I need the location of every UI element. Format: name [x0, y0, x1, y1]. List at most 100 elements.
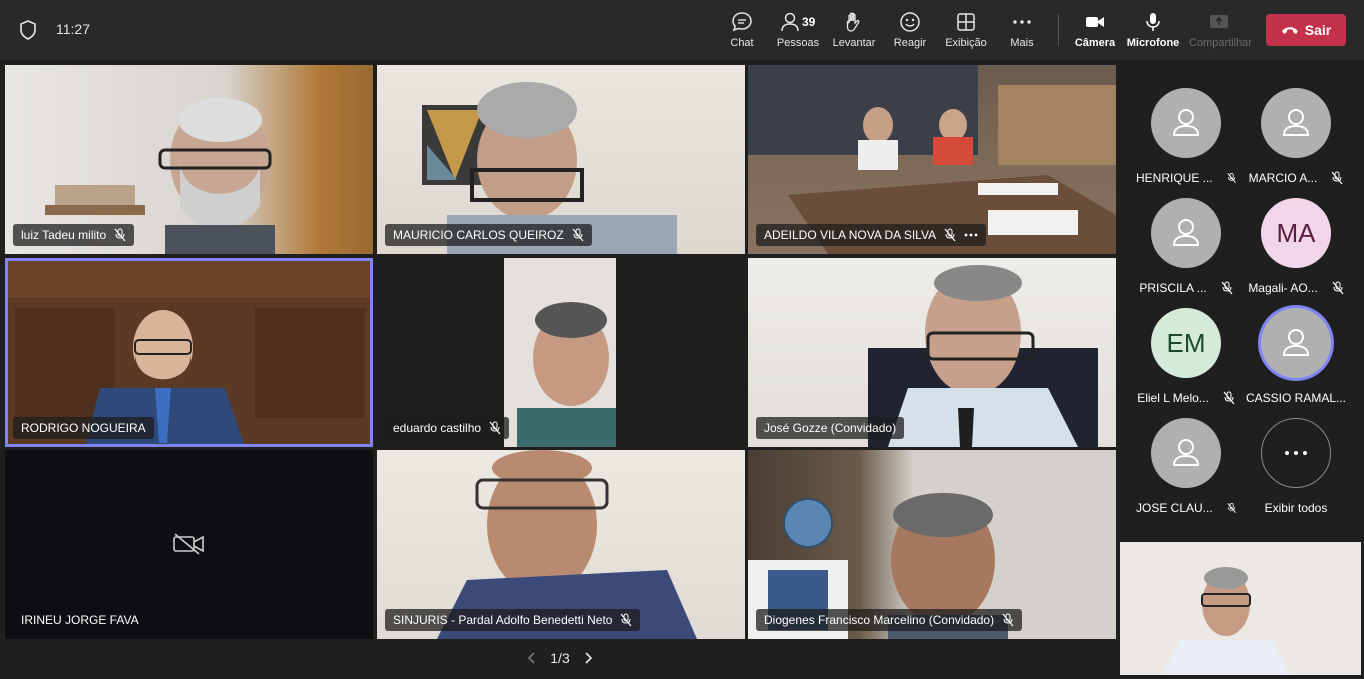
view-button[interactable]: Exibição — [936, 8, 996, 54]
participant-nametag: IRINEU JORGE FAVA — [13, 609, 147, 631]
participant-name: José Gozze (Convidado) — [764, 421, 897, 435]
share-screen-icon — [1210, 15, 1228, 28]
react-button[interactable]: Reagir — [880, 8, 940, 54]
avatar-initials: MA — [1261, 198, 1331, 268]
mic-off-icon — [1227, 172, 1236, 183]
person-icon — [1172, 109, 1200, 136]
raise-label: Levantar — [832, 37, 876, 49]
participant-name: IRINEU JORGE FAVA — [21, 613, 139, 627]
more-label: Mais — [1010, 37, 1034, 49]
more-dots-icon — [1013, 20, 1031, 24]
person-icon — [1282, 109, 1310, 136]
show-all-button[interactable]: Exibir todos — [1246, 418, 1346, 524]
sidebar-participant[interactable]: MA Magali- AO... — [1246, 198, 1346, 304]
participant-nametag: Diogenes Francisco Marcelino (Convidado) — [756, 609, 1023, 631]
shield-icon — [20, 20, 36, 40]
participant-name: HENRIQUE ... — [1136, 171, 1213, 185]
video-tile[interactable]: SINJURIS - Pardal Adolfo Benedetti Neto — [377, 450, 745, 639]
more-participants — [1261, 418, 1331, 488]
participant-nametag: José Gozze (Convidado) — [756, 417, 905, 439]
meeting-toolbar: 11:27 Chat 39 Pessoas Levantar Reagir Ex… — [0, 0, 1364, 60]
view-label: Exibição — [945, 37, 987, 49]
participant-name: CASSIO RAMAL... — [1245, 391, 1347, 405]
people-count: 39 — [802, 15, 816, 29]
more-options-icon[interactable] — [964, 233, 978, 237]
avatar — [1261, 308, 1331, 378]
participant-label: PRISCILA ... — [1136, 281, 1236, 295]
sidebar-participant-speaking[interactable]: CASSIO RAMAL... — [1246, 308, 1346, 414]
participant-name: Diogenes Francisco Marcelino (Convidado) — [764, 613, 995, 627]
raise-hand-button[interactable]: Levantar — [824, 8, 884, 54]
person-icon — [1282, 329, 1310, 356]
react-label: Reagir — [893, 37, 927, 49]
mic-off-icon — [489, 421, 501, 435]
mic-off-icon — [1002, 613, 1014, 627]
mic-off-icon — [114, 228, 126, 242]
avatar — [1151, 418, 1221, 488]
participant-name: MAURICIO CARLOS QUEIROZ — [393, 228, 564, 242]
video-tile[interactable]: MAURICIO CARLOS QUEIROZ — [377, 65, 745, 254]
mic-off-icon — [620, 613, 632, 627]
self-video — [1162, 567, 1290, 675]
mic-off-icon — [1331, 171, 1343, 185]
mic-off-icon — [1332, 281, 1344, 295]
chat-button[interactable]: Chat — [712, 8, 772, 54]
chat-label: Chat — [730, 37, 754, 49]
mic-off-icon — [572, 228, 584, 242]
video-tile[interactable]: luiz Tadeu milito — [5, 65, 373, 254]
participant-name: Magali- AO... — [1248, 281, 1318, 295]
page-indicator: 1/3 — [550, 650, 570, 666]
video-tile[interactable]: IRINEU JORGE FAVA — [5, 450, 373, 639]
avatar — [1151, 88, 1221, 158]
avatar-initials: EM — [1151, 308, 1221, 378]
microphone-label: Microfone — [1126, 37, 1180, 49]
sidebar-participant[interactable]: JOSE CLAU... — [1136, 418, 1236, 524]
share-label: Compartilhar — [1189, 37, 1252, 49]
participant-label: JOSE CLAU... — [1136, 501, 1236, 515]
participant-label: Magali- AO... — [1246, 281, 1346, 295]
participant-nametag: SINJURIS - Pardal Adolfo Benedetti Neto — [385, 609, 641, 631]
participant-name: Eliel L Melo... — [1137, 391, 1209, 405]
share-button[interactable]: Compartilhar — [1189, 8, 1252, 54]
video-tile[interactable]: RODRIGO NOGUEIRA — [5, 258, 373, 447]
mic-off-icon — [1227, 502, 1236, 513]
participant-name: ADEILDO VILA NOVA DA SILVA — [764, 228, 937, 242]
leave-button[interactable]: Sair — [1266, 14, 1346, 46]
chevron-left-icon[interactable] — [527, 651, 537, 665]
camera-button[interactable]: Câmera — [1065, 8, 1125, 54]
people-label: Pessoas — [776, 37, 820, 49]
video-tile[interactable]: Diogenes Francisco Marcelino (Convidado) — [748, 450, 1116, 639]
leave-label: Sair — [1304, 22, 1332, 38]
participant-name: luiz Tadeu milito — [21, 228, 107, 242]
camera-label: Câmera — [1074, 37, 1116, 49]
sidebar-participant[interactable]: EM Eliel L Melo... — [1136, 308, 1236, 414]
mic-off-icon — [944, 228, 956, 242]
video-tile[interactable]: José Gozze (Convidado) — [748, 258, 1116, 447]
sidebar-participant[interactable]: MARCIO A... — [1246, 88, 1346, 194]
participant-nametag: luiz Tadeu milito — [13, 224, 135, 246]
show-all-label: Exibir todos — [1264, 501, 1328, 515]
self-preview[interactable] — [1120, 542, 1361, 675]
participant-label: Eliel L Melo... — [1136, 391, 1236, 405]
participant-name: PRISCILA ... — [1139, 281, 1207, 295]
participant-label: MARCIO A... — [1246, 171, 1346, 185]
sidebar-participant[interactable]: PRISCILA ... — [1136, 198, 1236, 304]
participant-nametag: ADEILDO VILA NOVA DA SILVA — [756, 224, 987, 246]
participant-name: SINJURIS - Pardal Adolfo Benedetti Neto — [393, 613, 613, 627]
microphone-button[interactable]: Microfone — [1123, 8, 1183, 54]
sidebar-participant[interactable]: HENRIQUE ... — [1136, 88, 1236, 194]
video-tile[interactable]: eduardo castilho — [377, 258, 745, 447]
mic-off-icon — [1221, 281, 1233, 295]
video-tile[interactable]: ADEILDO VILA NOVA DA SILVA — [748, 65, 1116, 254]
person-icon — [1172, 439, 1200, 466]
more-button[interactable]: Mais — [992, 8, 1052, 54]
more-dots-icon — [1285, 451, 1307, 455]
microphone-icon — [1146, 13, 1160, 31]
chevron-right-icon[interactable] — [583, 651, 593, 665]
participant-name: eduardo castilho — [393, 421, 482, 435]
grid-view-icon — [957, 13, 975, 31]
participant-label: HENRIQUE ... — [1136, 171, 1236, 185]
participant-nametag: eduardo castilho — [385, 417, 510, 439]
people-button[interactable]: 39 Pessoas — [768, 8, 828, 54]
avatar — [1261, 88, 1331, 158]
